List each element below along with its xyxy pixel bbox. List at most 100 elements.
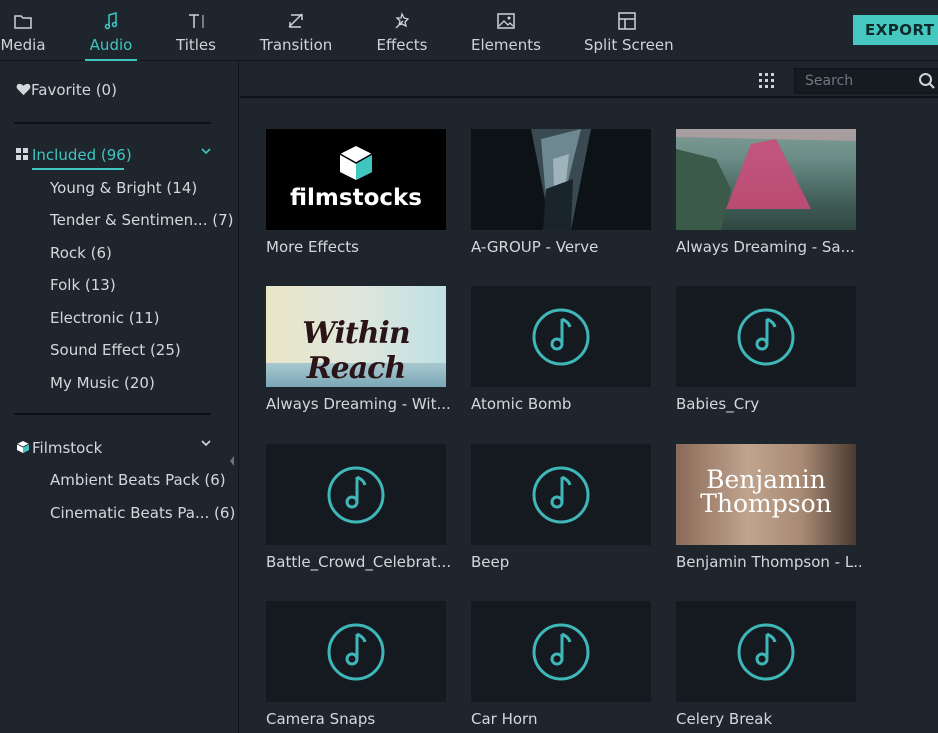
included-label: Included (96) (32, 146, 132, 164)
music-note-icon (532, 308, 590, 366)
music-note-icon (532, 466, 590, 524)
within-reach-title: Within Reach (302, 316, 410, 386)
media-item[interactable]: A-GROUP - Verve (471, 129, 651, 259)
search-icon[interactable] (918, 72, 936, 90)
split-screen-icon (618, 12, 636, 30)
media-thumbnail[interactable] (676, 286, 856, 387)
media-thumbnail[interactable] (676, 601, 856, 702)
filmstock-cube-icon (16, 441, 30, 453)
media-item-label: Always Dreaming - Sa... (676, 238, 855, 256)
music-note-icon (104, 12, 118, 30)
sidebar-item-filmstock[interactable]: Filmstock (16, 439, 102, 457)
tab-transition-label: Transition (259, 36, 333, 54)
sidebar-item-cinematic-beats[interactable]: Cinematic Beats Pa... (6) (50, 504, 235, 522)
filmstocks-cube-icon (339, 146, 373, 180)
media-item-label: Always Dreaming - Wit... (266, 395, 451, 413)
media-item[interactable]: Camera Snaps (266, 601, 446, 731)
media-item[interactable]: Benjamin Thompson Benjamin Thompson - L... (676, 444, 861, 574)
grid-view-icon[interactable] (758, 72, 776, 90)
music-note-icon (327, 623, 385, 681)
music-note-icon (737, 308, 795, 366)
tab-titles-label: Titles (176, 36, 216, 54)
media-thumbnail[interactable] (471, 444, 651, 545)
media-item[interactable]: filmstocks More Effects (266, 129, 446, 259)
media-thumbnail[interactable]: filmstocks (266, 129, 446, 230)
tab-effects-label: Effects (376, 36, 428, 54)
tab-elements-label: Elements (471, 36, 541, 54)
search-input[interactable]: Search (794, 68, 938, 94)
media-item-label: Benjamin Thompson - L... (676, 553, 861, 571)
sidebar-divider (14, 122, 211, 124)
music-note-icon (327, 466, 385, 524)
music-note-icon (532, 623, 590, 681)
media-item[interactable]: Celery Break (676, 601, 856, 731)
media-item[interactable]: Atomic Bomb (471, 286, 651, 416)
media-item[interactable]: Car Horn (471, 601, 651, 731)
media-item-label: Celery Break (676, 710, 773, 728)
media-thumbnail[interactable]: Benjamin Thompson (676, 444, 856, 545)
sidebar-item-folk[interactable]: Folk (13) (50, 276, 116, 294)
sidebar-divider (14, 413, 211, 415)
media-item-label: Camera Snaps (266, 710, 376, 728)
folder-icon (14, 15, 32, 29)
benjamin-thompson-title: Benjamin Thompson (700, 465, 832, 518)
sidebar-item-included[interactable]: Included (96) (16, 146, 132, 164)
sidebar-item-young-bright[interactable]: Young & Bright (14) (50, 179, 197, 197)
media-item[interactable]: Always Dreaming - Sa... (676, 129, 856, 259)
media-thumbnail[interactable] (266, 601, 446, 702)
tab-audio[interactable]: Audio (85, 0, 137, 61)
media-item-label: A-GROUP - Verve (471, 238, 599, 256)
top-toolbar: Media Audio Titles Transition Effects El… (0, 0, 938, 61)
tab-titles[interactable]: Titles (174, 0, 218, 61)
media-thumbnail[interactable] (266, 444, 446, 545)
tab-elements[interactable]: Elements (471, 0, 541, 61)
tab-audio-label: Audio (89, 36, 133, 54)
sidebar-item-favorite[interactable]: Favorite (0) (16, 81, 117, 99)
chevron-down-icon[interactable] (199, 436, 213, 450)
media-item[interactable]: Babies_Cry (676, 286, 856, 416)
tab-transition[interactable]: Transition (259, 0, 333, 61)
export-button[interactable]: EXPORT (853, 15, 938, 45)
collapse-sidebar-icon[interactable] (229, 455, 235, 467)
media-item[interactable]: Within Reach Always Dreaming - Wit... (266, 286, 451, 416)
category-sidebar: Favorite (0) Included (96) Young & Brigh… (0, 62, 239, 733)
media-thumbnail[interactable] (471, 601, 651, 702)
media-item-label: Beep (471, 553, 510, 571)
media-item-label: Battle_Crowd_Celebrat... (266, 553, 451, 571)
tab-media-label: Media (0, 36, 46, 54)
sidebar-item-rock[interactable]: Rock (6) (50, 244, 112, 262)
filmstock-label: Filmstock (32, 439, 103, 457)
sidebar-item-my-music[interactable]: My Music (20) (50, 374, 155, 392)
sidebar-item-electronic[interactable]: Electronic (11) (50, 309, 160, 327)
active-tab-underline (85, 59, 137, 61)
media-thumbnail[interactable] (471, 129, 651, 230)
media-library: Search filmstocks More Effects A-GROUP - V… (240, 62, 938, 733)
tab-effects[interactable]: Effects (374, 0, 430, 61)
media-item-label: Atomic Bomb (471, 395, 572, 413)
tab-split-screen-label: Split Screen (584, 36, 674, 54)
media-thumbnail[interactable] (676, 129, 856, 230)
heart-icon (16, 83, 31, 96)
media-item[interactable]: Battle_Crowd_Celebrat... (266, 444, 451, 574)
text-icon (189, 14, 204, 28)
included-underline (32, 168, 124, 170)
library-toolbar: Search (240, 62, 938, 98)
media-item[interactable]: Beep (471, 444, 651, 574)
sidebar-item-sound-effect[interactable]: Sound Effect (25) (50, 341, 181, 359)
tab-media[interactable]: Media (0, 0, 46, 61)
media-thumbnail[interactable]: Within Reach (266, 286, 446, 387)
image-icon (497, 13, 515, 29)
magic-wand-icon (395, 12, 410, 29)
favorite-label: Favorite (0) (31, 81, 117, 99)
media-item-label: Car Horn (471, 710, 538, 728)
sidebar-item-ambient-beats[interactable]: Ambient Beats Pack (6) (50, 471, 226, 489)
transition-icon (288, 13, 303, 28)
music-note-icon (737, 623, 795, 681)
media-thumbnail[interactable] (471, 286, 651, 387)
sidebar-item-tender[interactable]: Tender & Sentimen... (7) (50, 211, 233, 229)
chevron-down-icon[interactable] (199, 144, 213, 158)
media-item-label: More Effects (266, 238, 359, 256)
grid-icon (16, 148, 28, 160)
media-item-label: Babies_Cry (676, 395, 760, 413)
tab-split-screen[interactable]: Split Screen (584, 0, 674, 61)
